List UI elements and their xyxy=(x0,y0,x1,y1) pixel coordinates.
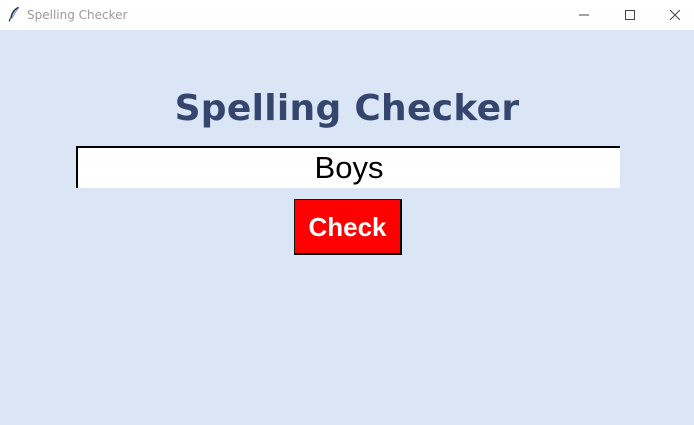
app-window: Spelling Checker Spelling Checker Check xyxy=(0,0,694,425)
maximize-icon xyxy=(625,10,635,20)
page-title: Spelling Checker xyxy=(174,88,520,129)
maximize-button[interactable] xyxy=(607,0,653,30)
feather-icon xyxy=(7,6,21,22)
word-input[interactable] xyxy=(76,146,620,188)
check-button[interactable]: Check xyxy=(294,199,402,255)
minimize-icon xyxy=(579,10,589,20)
title-bar[interactable]: Spelling Checker xyxy=(0,0,694,30)
minimize-button[interactable] xyxy=(561,0,607,30)
close-icon xyxy=(670,10,680,20)
close-button[interactable] xyxy=(652,0,694,30)
window-title: Spelling Checker xyxy=(27,8,128,22)
